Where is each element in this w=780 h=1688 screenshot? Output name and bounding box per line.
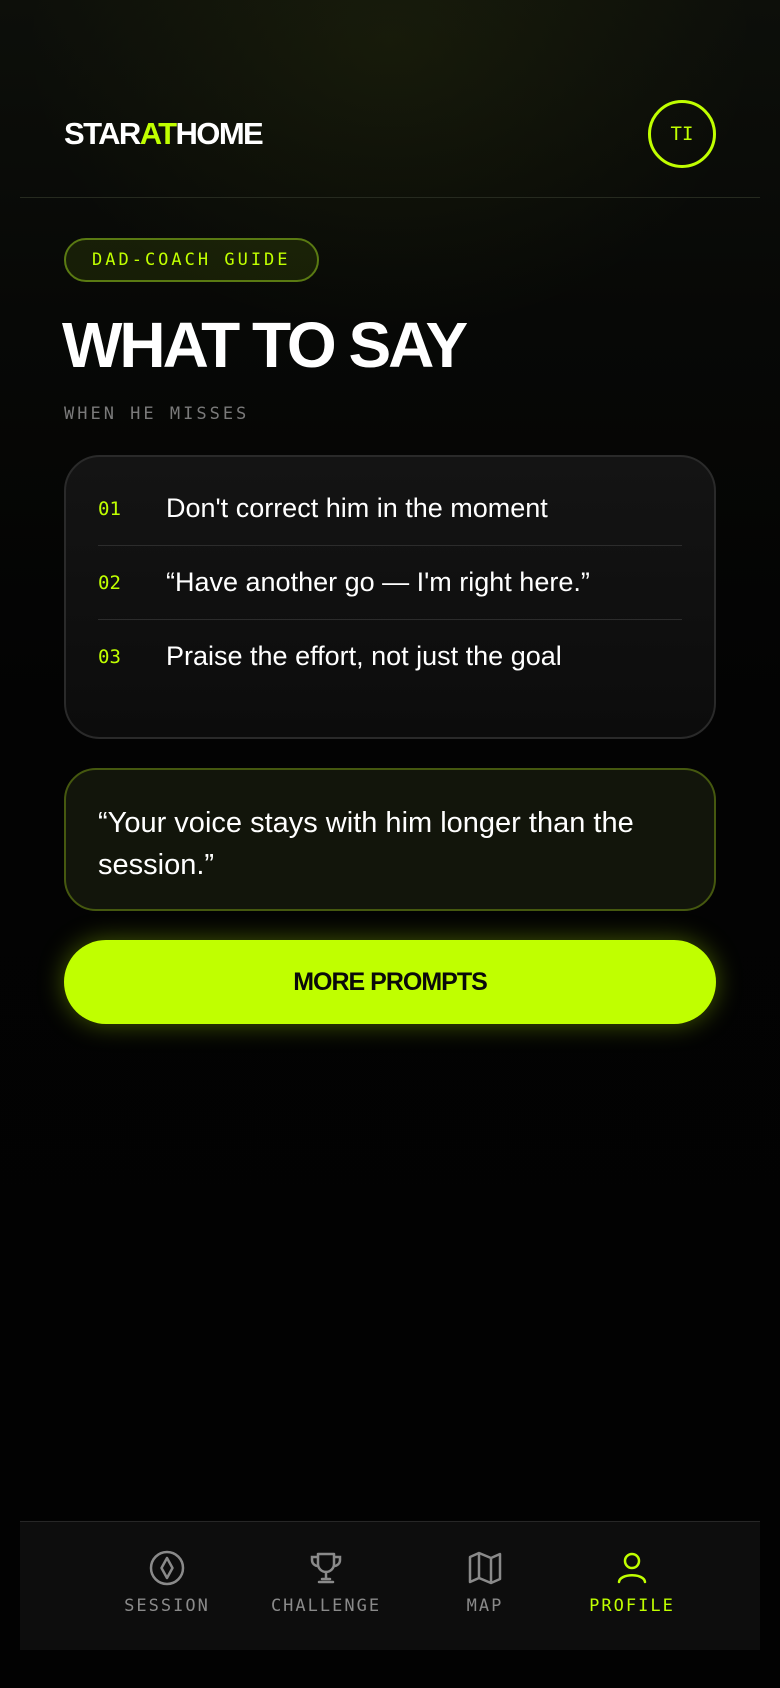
- more-prompts-label: MORE PROMPTS: [293, 967, 488, 996]
- compass-icon: [149, 1550, 185, 1586]
- tip-number: 03: [98, 645, 121, 668]
- tip-text: “Have another go — I'm right here.”: [166, 567, 590, 597]
- tip-row: 01 Don't correct him in the moment: [98, 472, 682, 546]
- app-header: STARATHOME TI: [20, 0, 760, 198]
- quote-card: “Your voice stays with him longer than t…: [64, 768, 716, 911]
- tip-row: 03 Praise the effort, not just the goal: [98, 620, 682, 693]
- page-title: WHAT TO SAY: [62, 309, 468, 381]
- nav-item-profile[interactable]: PROFILE: [562, 1548, 702, 1616]
- quote-text: “Your voice stays with him longer than t…: [98, 807, 634, 881]
- nav-label-map: MAP: [466, 1596, 504, 1616]
- more-prompts-button[interactable]: MORE PROMPTS: [64, 940, 716, 1024]
- tips-card: 01 Don't correct him in the moment 02 “H…: [64, 455, 716, 739]
- tip-number: 02: [98, 571, 121, 594]
- nav-item-map[interactable]: MAP: [415, 1548, 555, 1616]
- nav-item-session[interactable]: SESSION: [97, 1548, 237, 1616]
- nav-label-profile: PROFILE: [589, 1596, 675, 1616]
- nav-label-session: SESSION: [124, 1596, 210, 1616]
- avatar[interactable]: TI: [648, 100, 716, 168]
- map-icon: [468, 1551, 502, 1585]
- logo-text-home: HOME: [175, 116, 264, 151]
- logo-text-at: AT: [139, 116, 177, 151]
- nav-label-challenge: CHALLENGE: [270, 1596, 382, 1616]
- page-subtitle: WHEN HE MISSES: [64, 404, 250, 424]
- tip-number: 01: [98, 497, 121, 520]
- app-logo[interactable]: STARATHOME: [64, 114, 264, 154]
- tip-text: Praise the effort, not just the goal: [166, 641, 562, 671]
- trophy-icon: [310, 1552, 342, 1584]
- nav-item-challenge[interactable]: CHALLENGE: [256, 1548, 396, 1616]
- guide-badge-label: DAD-COACH GUIDE: [92, 250, 291, 270]
- tip-text: Don't correct him in the moment: [166, 493, 548, 523]
- bottom-nav: SESSION CHALLENGE MAP PROFILE: [20, 1521, 760, 1650]
- avatar-initials: TI: [670, 123, 694, 145]
- logo-text-star: STAR: [64, 116, 141, 151]
- guide-badge: DAD-COACH GUIDE: [64, 238, 319, 282]
- tip-row: 02 “Have another go — I'm right here.”: [98, 546, 682, 620]
- user-icon: [617, 1552, 647, 1584]
